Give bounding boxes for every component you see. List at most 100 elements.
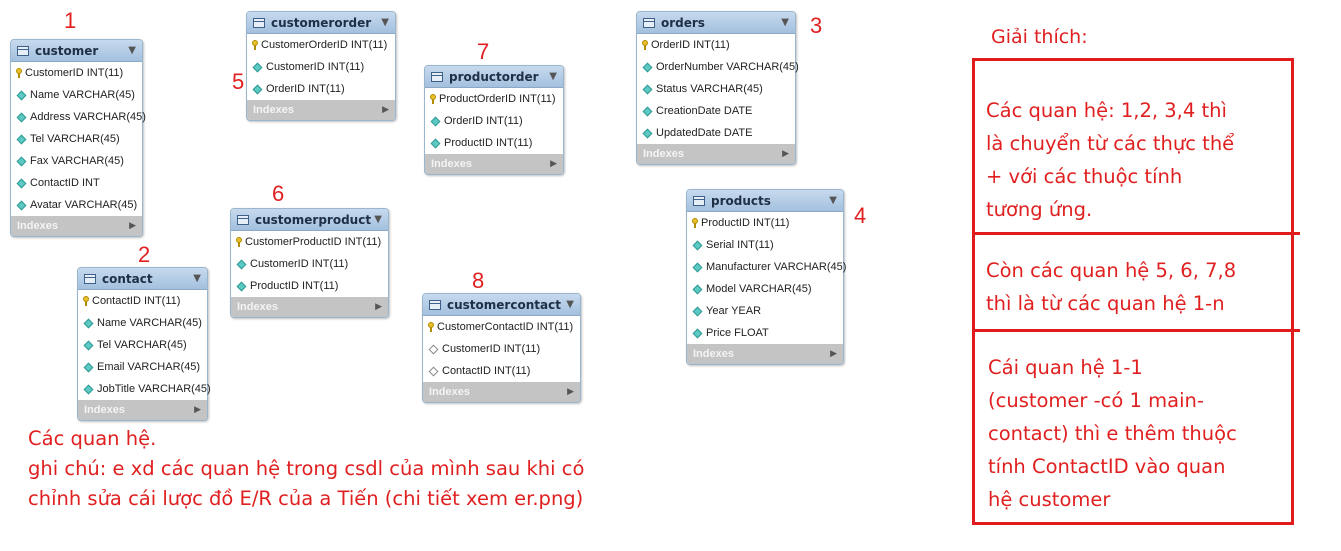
- column-row[interactable]: CustomerID INT(11): [247, 56, 395, 78]
- column-row[interactable]: ContactID INT(11): [423, 360, 580, 382]
- indexes-bar[interactable]: Indexes ▶: [423, 382, 580, 402]
- explanation-title: Giải thích:: [991, 26, 1088, 48]
- column-row[interactable]: Serial INT(11): [687, 234, 843, 256]
- table-header[interactable]: products ▼: [687, 190, 843, 212]
- table-icon: [429, 299, 441, 310]
- column-row[interactable]: Avatar VARCHAR(45): [11, 194, 142, 216]
- column-row[interactable]: Email VARCHAR(45): [78, 356, 207, 378]
- collapse-arrow-icon[interactable]: ▼: [128, 45, 136, 56]
- table-customercontact[interactable]: customercontact ▼ CustomerContactID INT(…: [422, 293, 581, 403]
- expand-arrow-icon[interactable]: ▶: [382, 105, 389, 115]
- column-row[interactable]: ProductID INT(11): [425, 132, 563, 154]
- table-header[interactable]: customercontact ▼: [423, 294, 580, 316]
- column-label: Serial INT(11): [706, 239, 774, 251]
- indexes-bar[interactable]: Indexes ▶: [78, 400, 207, 420]
- table-icon: [431, 71, 443, 82]
- relation-number-7: 7: [477, 39, 490, 64]
- column-row[interactable]: ContactID INT: [11, 172, 142, 194]
- column-row[interactable]: OrderID INT(11): [425, 110, 563, 132]
- expand-arrow-icon[interactable]: ▶: [550, 159, 557, 169]
- column-row[interactable]: ProductID INT(11): [231, 275, 388, 297]
- relation-number-4: 4: [854, 203, 867, 228]
- column-diamond-icon: [692, 306, 703, 316]
- column-row[interactable]: Address VARCHAR(45): [11, 106, 146, 128]
- table-products[interactable]: products ▼ ProductID INT(11) Serial INT(…: [686, 189, 846, 365]
- primary-key-icon: [236, 237, 242, 247]
- collapse-arrow-icon[interactable]: ▼: [566, 299, 574, 310]
- column-label: ContactID INT(11): [92, 295, 181, 307]
- expand-arrow-icon[interactable]: ▶: [830, 349, 837, 359]
- table-header[interactable]: customer ▼: [11, 40, 142, 62]
- indexes-bar[interactable]: Indexes ▶: [247, 100, 395, 120]
- column-row[interactable]: UpdatedDate DATE: [637, 122, 795, 144]
- column-row[interactable]: Price FLOAT: [687, 322, 843, 344]
- column-row[interactable]: CustomerContactID INT(11): [423, 316, 580, 338]
- column-row[interactable]: Tel VARCHAR(45): [11, 128, 142, 150]
- table-icon: [643, 17, 655, 28]
- collapse-arrow-icon[interactable]: ▼: [374, 214, 382, 225]
- bottom-note: Các quan hệ. ghi chú: e xd các quan hệ t…: [28, 424, 584, 514]
- table-icon: [237, 214, 249, 225]
- table-header[interactable]: contact ▼: [78, 268, 207, 290]
- column-row[interactable]: OrderID INT(11): [247, 78, 395, 100]
- column-diamond-icon: [16, 200, 27, 210]
- table-customerorder[interactable]: customerorder ▼ CustomerOrderID INT(11) …: [246, 11, 396, 121]
- column-row[interactable]: ContactID INT(11): [78, 290, 207, 312]
- table-name: customer: [35, 43, 99, 58]
- column-row[interactable]: OrderID INT(11): [637, 34, 795, 56]
- expand-arrow-icon[interactable]: ▶: [567, 387, 574, 397]
- column-label: Tel VARCHAR(45): [30, 133, 120, 145]
- table-header[interactable]: productorder ▼: [425, 66, 563, 88]
- column-row[interactable]: Name VARCHAR(45): [78, 312, 207, 334]
- expand-arrow-icon[interactable]: ▶: [129, 221, 136, 231]
- indexes-bar[interactable]: Indexes ▶: [687, 344, 843, 364]
- column-row[interactable]: ProductOrderID INT(11): [425, 88, 563, 110]
- collapse-arrow-icon[interactable]: ▼: [829, 195, 837, 206]
- column-row[interactable]: ProductID INT(11): [687, 212, 843, 234]
- column-row[interactable]: Year YEAR: [687, 300, 843, 322]
- column-label: CustomerID INT(11): [25, 67, 124, 79]
- column-row[interactable]: CustomerID INT(11): [423, 338, 580, 360]
- column-diamond-icon: [430, 116, 441, 126]
- collapse-arrow-icon[interactable]: ▼: [549, 71, 557, 82]
- indexes-label: Indexes: [84, 404, 125, 416]
- table-header[interactable]: orders ▼: [637, 12, 795, 34]
- expand-arrow-icon[interactable]: ▶: [375, 302, 382, 312]
- column-diamond-icon: [692, 328, 703, 338]
- collapse-arrow-icon[interactable]: ▼: [193, 273, 201, 284]
- column-row[interactable]: Tel VARCHAR(45): [78, 334, 207, 356]
- table-customer[interactable]: customer ▼ CustomerID INT(11) Name VARCH…: [10, 39, 146, 237]
- column-row[interactable]: CreationDate DATE: [637, 100, 795, 122]
- table-header[interactable]: customerproduct ▼: [231, 209, 388, 231]
- collapse-arrow-icon[interactable]: ▼: [781, 17, 789, 28]
- column-row[interactable]: Name VARCHAR(45): [11, 84, 142, 106]
- indexes-bar[interactable]: Indexes ▶: [231, 297, 388, 317]
- column-row[interactable]: CustomerID INT(11): [11, 62, 142, 84]
- text-line: hệ customer: [988, 488, 1111, 511]
- column-label: JobTitle VARCHAR(45): [97, 383, 211, 395]
- column-row[interactable]: CustomerProductID INT(11): [231, 231, 388, 253]
- table-orders[interactable]: orders ▼ OrderID INT(11) OrderNumber VAR…: [636, 11, 799, 165]
- expand-arrow-icon[interactable]: ▶: [194, 405, 201, 415]
- table-contact[interactable]: contact ▼ ContactID INT(11) Name VARCHAR…: [77, 267, 211, 421]
- collapse-arrow-icon[interactable]: ▼: [381, 17, 389, 28]
- column-row[interactable]: Model VARCHAR(45): [687, 278, 843, 300]
- indexes-bar[interactable]: Indexes ▶: [637, 144, 795, 164]
- column-row[interactable]: CustomerID INT(11): [231, 253, 388, 275]
- indexes-bar[interactable]: Indexes ▶: [425, 154, 563, 174]
- table-header[interactable]: customerorder ▼: [247, 12, 395, 34]
- column-row[interactable]: JobTitle VARCHAR(45): [78, 378, 211, 400]
- table-customerproduct[interactable]: customerproduct ▼ CustomerProductID INT(…: [230, 208, 389, 318]
- column-row[interactable]: Manufacturer VARCHAR(45): [687, 256, 846, 278]
- table-productorder[interactable]: productorder ▼ ProductOrderID INT(11) Or…: [424, 65, 564, 175]
- indexes-bar[interactable]: Indexes ▶: [11, 216, 142, 236]
- column-row[interactable]: Fax VARCHAR(45): [11, 150, 142, 172]
- column-label: UpdatedDate DATE: [656, 127, 753, 139]
- primary-key-icon: [642, 40, 648, 50]
- column-diamond-icon: [236, 281, 247, 291]
- column-row[interactable]: OrderNumber VARCHAR(45): [637, 56, 799, 78]
- expand-arrow-icon[interactable]: ▶: [782, 149, 789, 159]
- column-label: ProductOrderID INT(11): [439, 93, 556, 105]
- column-row[interactable]: CustomerOrderID INT(11): [247, 34, 395, 56]
- column-row[interactable]: Status VARCHAR(45): [637, 78, 795, 100]
